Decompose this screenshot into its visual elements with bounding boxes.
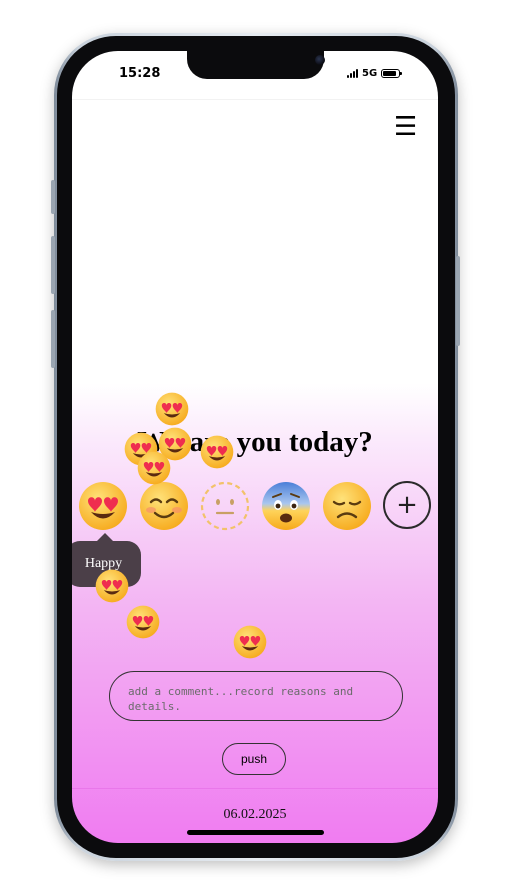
status-indicators: 5G [347,67,403,79]
notch [187,51,325,79]
floating-heart-eyes-icon [95,569,129,603]
home-indicator [187,830,324,835]
phone-volume-up-button [51,236,55,294]
phone-volume-down-button [51,310,55,368]
phone-side-button [51,180,55,214]
phone-power-button [456,256,460,346]
hamburger-icon[interactable]: ☰ [394,114,417,140]
floating-heart-eyes-icon [233,625,267,659]
add-mood-button[interactable]: + [383,481,431,529]
mood-content-button[interactable] [139,481,189,531]
signal-icon [347,68,358,78]
mood-happy-button[interactable] [78,481,128,531]
push-button[interactable]: push [222,743,286,775]
front-camera [315,55,325,65]
header-divider [72,99,438,100]
comment-input[interactable] [109,671,403,721]
battery-icon [381,68,403,78]
floating-heart-eyes-icon [126,605,160,639]
mood-fearful-button[interactable] [261,481,311,531]
footer-divider [72,788,438,789]
floating-heart-eyes-icon [200,435,234,469]
floating-heart-eyes-icon [155,392,189,426]
mood-neutral-button[interactable] [200,481,250,531]
network-label: 5G [362,67,378,79]
date-label: 06.02.2025 [223,807,287,822]
floating-heart-eyes-icon [137,451,171,485]
status-time: 15:28 [119,66,161,81]
app-screen: 15:28 5G ☰ Wh are you today? + Happy add… [72,51,438,843]
mood-sad-button[interactable] [322,481,372,531]
